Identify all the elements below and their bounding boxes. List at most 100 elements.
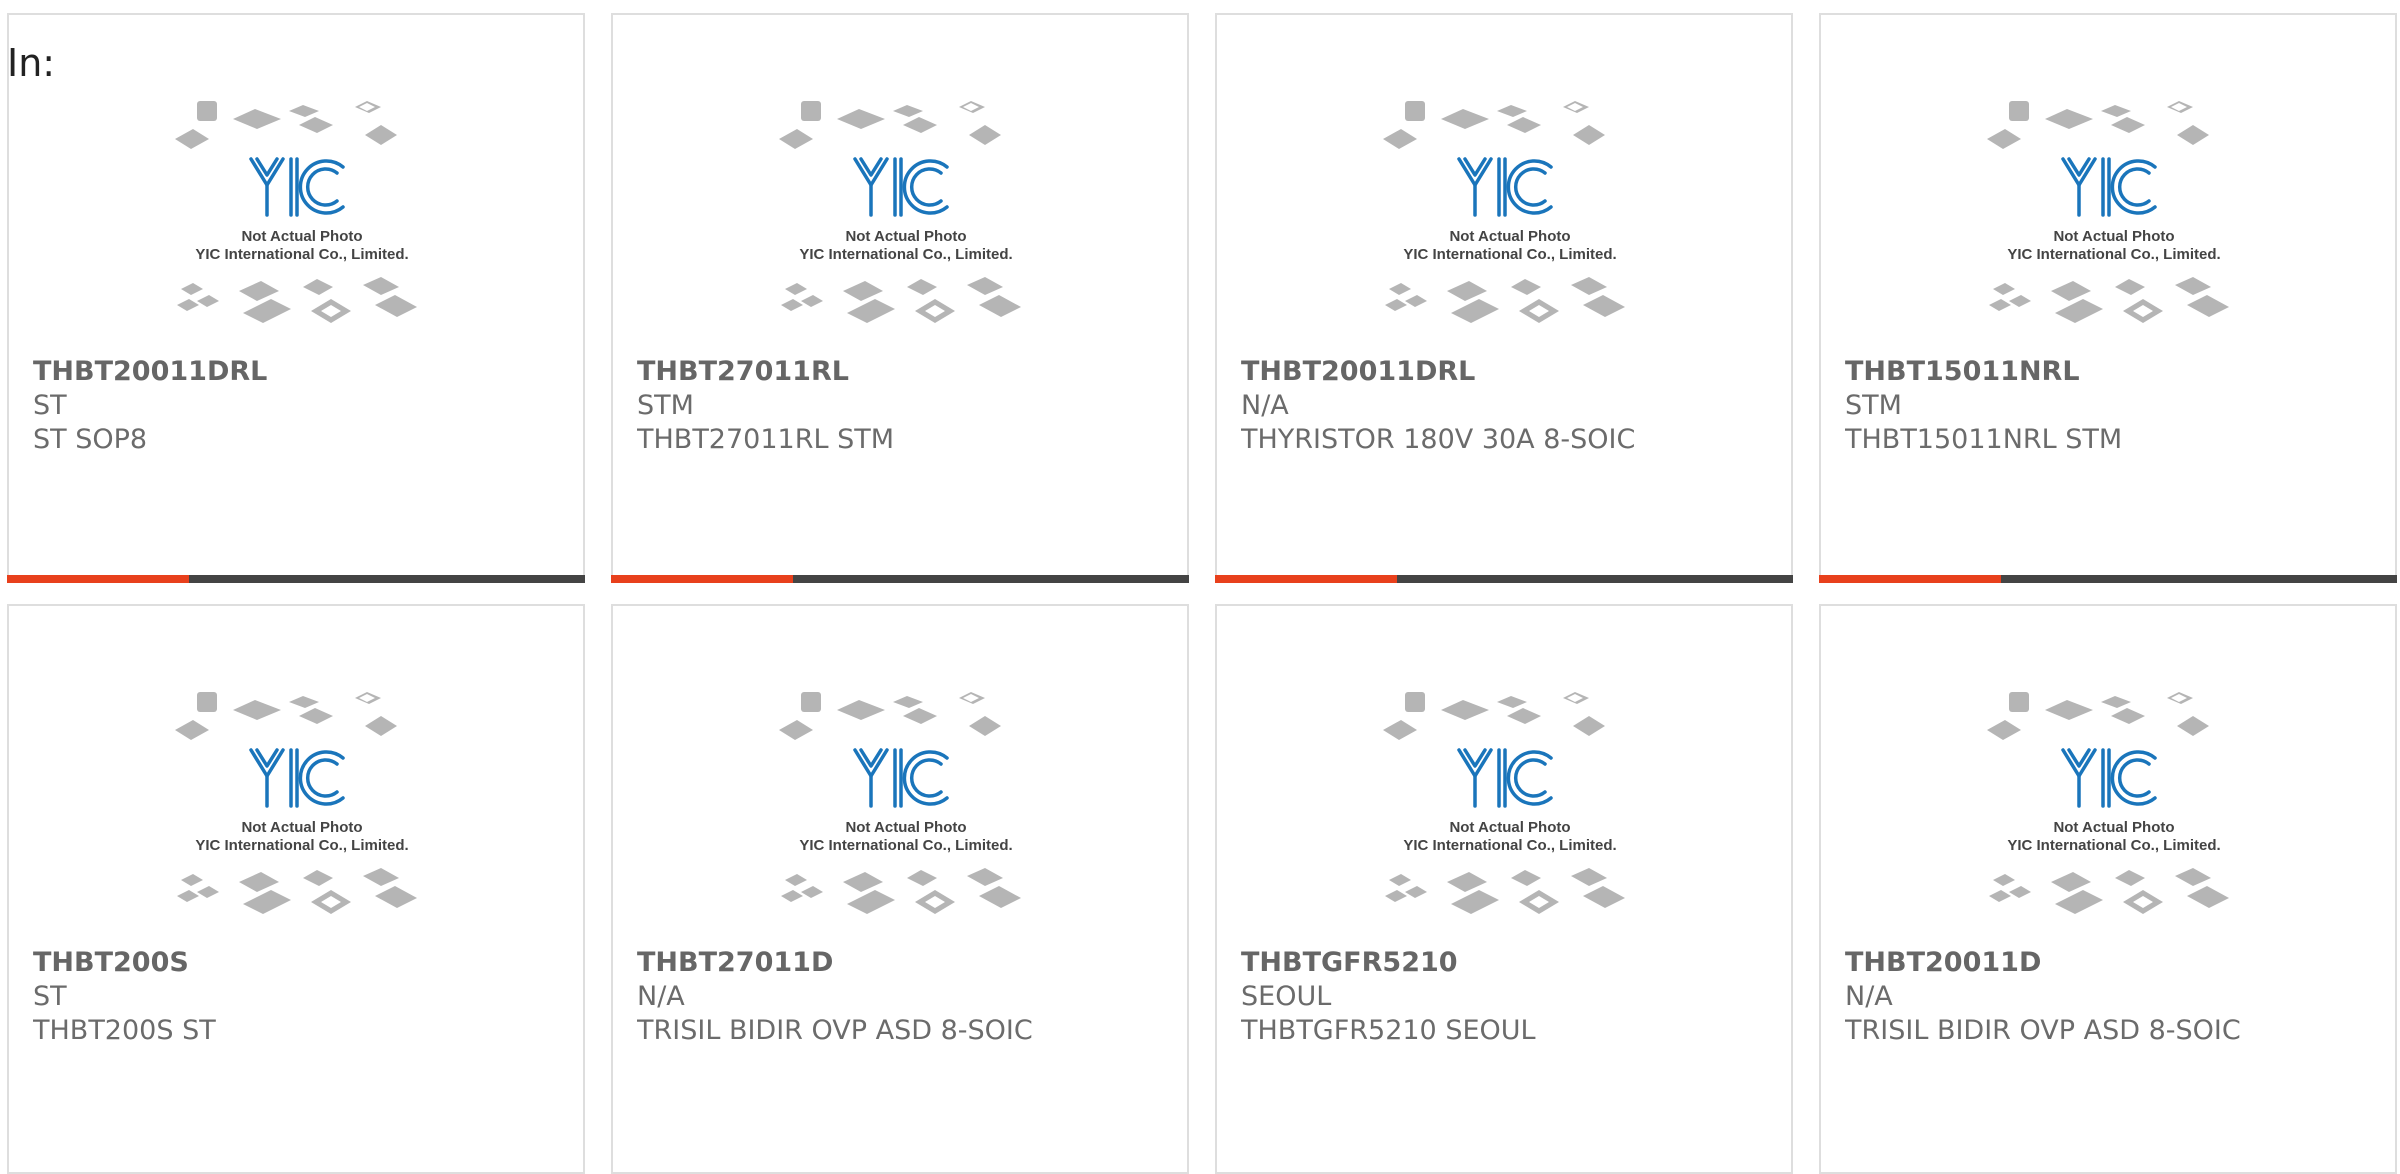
- chip-shape: [847, 299, 895, 323]
- caption-line-2: YIC International Co., Limited.: [799, 246, 1012, 263]
- card-bottom-bar: [611, 575, 1189, 583]
- product-card[interactable]: Not Actual Photo YIC International Co., L…: [611, 604, 1189, 1174]
- card-bottom-bar: [7, 575, 585, 583]
- chip-shape: [2045, 700, 2093, 720]
- chip-shape: [1511, 279, 1541, 295]
- manufacturer: N/A: [637, 981, 685, 1012]
- description: THYRISTOR 180V 30A 8-SOIC: [1241, 424, 1636, 455]
- manufacturer: SEOUL: [1241, 981, 1332, 1012]
- chip-shape: [1447, 872, 1487, 892]
- chip-shape: [303, 870, 333, 886]
- chip-shape: [979, 886, 1021, 908]
- chip-shape: [1385, 299, 1407, 311]
- chip-shape: [233, 109, 281, 129]
- chip-shape: [197, 692, 217, 712]
- part-number[interactable]: THBT15011NRL: [1845, 355, 2379, 389]
- chip-shape: [2187, 886, 2229, 908]
- card-bottom-bar: [1819, 575, 2397, 583]
- chip-shape: [2187, 295, 2229, 317]
- chip-shape: [375, 886, 417, 908]
- chip-shape: [365, 125, 397, 145]
- chip-shape: [781, 299, 803, 311]
- chip-shape: [903, 117, 937, 133]
- chip-shape: [779, 720, 813, 740]
- product-image: Not Actual Photo YIC International Co., L…: [771, 101, 1041, 341]
- chip-shape: [175, 720, 209, 740]
- chip-shape: [2175, 868, 2211, 886]
- yic-logo: [853, 157, 949, 217]
- chip-shape: [365, 716, 397, 736]
- part-number[interactable]: THBT20011DRL: [1241, 355, 1775, 389]
- product-image: Not Actual Photo YIC International Co., L…: [1979, 692, 2249, 932]
- chip-shape: [843, 872, 883, 892]
- chip-shape: [967, 868, 1003, 886]
- chip-shape: [1989, 890, 2011, 902]
- yic-logo: [249, 748, 345, 808]
- description: THBT200S ST: [33, 1015, 216, 1046]
- chip-shape: [837, 700, 885, 720]
- chip-shape: [2051, 281, 2091, 301]
- product-card[interactable]: Not Actual Photo YIC International Co., L…: [1819, 13, 2397, 583]
- chip-shape: [1993, 874, 2015, 886]
- chip-shape: [2111, 708, 2145, 724]
- manufacturer: N/A: [1845, 981, 1893, 1012]
- chip-shape: [2101, 696, 2131, 708]
- manufacturer: STM: [637, 390, 694, 421]
- product-card[interactable]: Not Actual Photo YIC International Co., L…: [1819, 604, 2397, 1174]
- part-number[interactable]: THBT20011D: [1845, 946, 2379, 980]
- chip-shape: [2055, 299, 2103, 323]
- product-card[interactable]: Not Actual Photo YIC International Co., L…: [7, 604, 585, 1174]
- chip-shape: [1405, 886, 1427, 898]
- chip-shape: [837, 109, 885, 129]
- chip-shape: [303, 279, 333, 295]
- chip-shape: [239, 872, 279, 892]
- product-image: Not Actual Photo YIC International Co., L…: [167, 101, 437, 341]
- caption-line-1: Not Actual Photo: [241, 819, 362, 836]
- chip-shape: [1385, 890, 1407, 902]
- chip-shape: [243, 890, 291, 914]
- part-number[interactable]: THBTGFR5210: [1241, 946, 1775, 980]
- description: THBT15011NRL STM: [1845, 424, 2123, 455]
- chip-shape: [1441, 109, 1489, 129]
- part-number[interactable]: THBT200S: [33, 946, 567, 980]
- chip-shape: [1451, 890, 1499, 914]
- chip-shape: [1571, 277, 1607, 295]
- yic-logo: [1457, 748, 1553, 808]
- chip-shape: [2009, 295, 2031, 307]
- part-number[interactable]: THBT27011RL: [637, 355, 1171, 389]
- chip-shape: [363, 868, 399, 886]
- chip-shape: [197, 886, 219, 898]
- chip-shape: [2177, 125, 2209, 145]
- chip-shape: [1497, 696, 1527, 708]
- product-card[interactable]: Not Actual Photo YIC International Co., L…: [1215, 604, 1793, 1174]
- chip-shape: [2115, 870, 2145, 886]
- caption-line-1: Not Actual Photo: [845, 819, 966, 836]
- yic-logo: [853, 748, 949, 808]
- caption-line-2: YIC International Co., Limited.: [2007, 837, 2220, 854]
- part-number[interactable]: THBT27011D: [637, 946, 1171, 980]
- part-number[interactable]: THBT20011DRL: [33, 355, 567, 389]
- chip-shape: [967, 277, 1003, 295]
- chip-shape: [239, 281, 279, 301]
- chip-shape: [289, 696, 319, 708]
- chip-shape: [1383, 129, 1417, 149]
- chip-shape: [299, 117, 333, 133]
- filter-label: In:: [7, 41, 56, 85]
- chip-shape: [177, 890, 199, 902]
- product-card[interactable]: Not Actual Photo YIC International Co., L…: [1215, 13, 1793, 583]
- chip-shape: [1507, 117, 1541, 133]
- product-card[interactable]: Not Actual Photo YIC International Co., L…: [611, 13, 1189, 583]
- manufacturer: ST: [33, 390, 67, 421]
- chip-shape: [893, 105, 923, 117]
- caption-line-2: YIC International Co., Limited.: [799, 837, 1012, 854]
- chip-shape: [1573, 125, 1605, 145]
- chip-shape: [1583, 295, 1625, 317]
- product-card[interactable]: Not Actual Photo YIC International Co., L…: [7, 13, 585, 583]
- description: TRISIL BIDIR OVP ASD 8-SOIC: [1845, 1015, 2241, 1046]
- chip-shape: [979, 295, 1021, 317]
- chip-shape: [2101, 105, 2131, 117]
- chip-shape: [181, 874, 203, 886]
- chip-shape: [181, 283, 203, 295]
- chip-shape: [801, 295, 823, 307]
- chip-shape: [2177, 716, 2209, 736]
